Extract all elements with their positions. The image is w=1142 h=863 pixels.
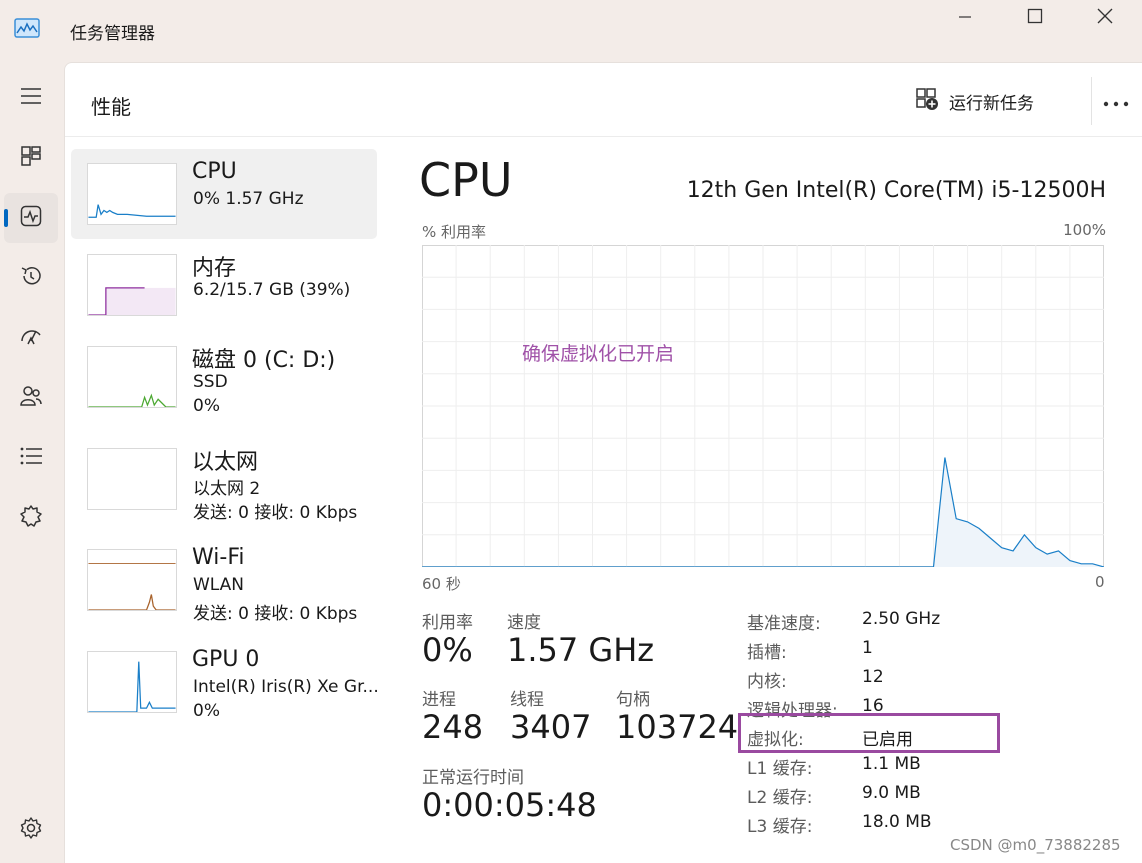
processes-value: 248 — [422, 708, 484, 746]
device-item[interactable]: Wi-Fi WLAN 发送: 0 接收: 0 Kbps — [71, 535, 377, 625]
uptime-label: 正常运行时间 — [422, 768, 524, 788]
device-item[interactable]: 磁盘 0 (C: D:) SSD 0% — [71, 332, 377, 422]
spec-value: 12 — [862, 667, 884, 687]
chart-x-min: 0 — [1095, 573, 1105, 591]
chart-y-label: % 利用率 — [422, 223, 487, 241]
device-name: Wi-Fi — [192, 545, 245, 570]
spec-label: 内核: — [747, 672, 787, 692]
device-thumbnail-graph — [87, 163, 177, 225]
details-icon — [19, 446, 43, 470]
nav-services[interactable] — [4, 493, 58, 543]
device-item[interactable]: 内存 6.2/15.7 GB (39%) — [71, 240, 377, 330]
device-name: GPU 0 — [192, 647, 260, 672]
device-subtitle: 0% 1.57 GHz — [193, 189, 304, 209]
virtualization-highlight-box — [738, 713, 1000, 753]
nav-app-history[interactable] — [4, 253, 58, 303]
device-detail: 0% — [193, 396, 220, 416]
device-thumbnail-graph — [87, 346, 177, 408]
device-detail: 0% — [193, 701, 220, 721]
device-item[interactable]: 以太网以太网 2 发送: 0 接收: 0 Kbps — [71, 434, 377, 524]
run-task-label: 运行新任务 — [949, 93, 1034, 114]
detail-title: CPU — [419, 153, 513, 207]
processes-icon — [20, 145, 42, 171]
spec-label: L1 缓存: — [747, 759, 813, 779]
spec-value: 9.0 MB — [862, 783, 921, 803]
spec-value: 1 — [862, 638, 873, 658]
more-options-button[interactable] — [1091, 85, 1141, 117]
device-detail: 发送: 0 接收: 0 Kbps — [193, 604, 358, 624]
spec-label: L3 缓存: — [747, 817, 813, 837]
title-bar: 任务管理器 — [0, 0, 1142, 62]
hamburger-icon — [20, 87, 42, 109]
maximize-icon — [1027, 8, 1043, 28]
device-name: 磁盘 0 (C: D:) — [192, 348, 336, 373]
watermark: CSDN @m0_73882285 — [950, 836, 1121, 854]
handles-label: 句柄 — [616, 690, 650, 710]
nav-performance[interactable] — [4, 193, 58, 243]
run-new-task-button[interactable]: 运行新任务 — [915, 87, 1034, 115]
run-task-icon — [915, 87, 939, 116]
app-history-icon — [19, 264, 43, 292]
spec-value: 1.1 MB — [862, 754, 921, 774]
performance-icon — [20, 205, 42, 231]
utilization-value: 0% — [422, 631, 473, 669]
nav-details[interactable] — [4, 433, 58, 483]
device-name: 内存 — [192, 256, 237, 281]
minimize-button[interactable] — [930, 0, 1000, 36]
more-icon — [1103, 92, 1129, 111]
content-panel: 性能 运行新任务 CPU 0% 1.57 GHz 内存 6.2/15.7 GB (39… — [64, 62, 1142, 863]
speed-label: 速度 — [507, 613, 541, 633]
speed-value: 1.57 GHz — [507, 631, 655, 669]
startup-icon — [19, 325, 43, 351]
spec-label: L2 缓存: — [747, 788, 813, 808]
spec-label: 基准速度: — [747, 614, 821, 634]
nav-rail — [0, 62, 64, 863]
cpu-model: 12th Gen Intel(R) Core(TM) i5-12500H — [686, 178, 1106, 203]
handles-value: 103724 — [616, 708, 739, 746]
nav-startup[interactable] — [4, 313, 58, 363]
nav-processes[interactable] — [4, 133, 58, 183]
device-subtitle: Intel(R) Iris(R) Xe Gr... — [193, 677, 379, 697]
spec-value: 18.0 MB — [862, 812, 932, 832]
device-thumbnail-graph — [87, 448, 177, 510]
processes-label: 进程 — [422, 690, 456, 710]
utilization-label: 利用率 — [422, 613, 473, 633]
device-subtitle: 以太网 2 — [193, 479, 261, 499]
maximize-button[interactable] — [1000, 0, 1070, 36]
device-name: CPU — [192, 159, 237, 184]
device-item[interactable]: GPU 0 Intel(R) Iris(R) Xe Gr... 0% — [71, 637, 379, 727]
settings-button[interactable] — [4, 808, 58, 852]
page-title: 性能 — [91, 95, 131, 119]
spec-value: 2.50 GHz — [862, 609, 941, 629]
annotation-text: 确保虚拟化已开启 — [522, 343, 675, 365]
chart-y-max: 100% — [1063, 221, 1106, 239]
spec-label: 插槽: — [747, 643, 787, 663]
services-icon — [19, 504, 43, 532]
close-button[interactable] — [1070, 0, 1140, 36]
task-manager-icon — [14, 18, 40, 38]
minimize-icon — [958, 9, 972, 28]
close-icon — [1097, 8, 1113, 28]
panel-header: 性能 运行新任务 — [65, 63, 1142, 137]
device-subtitle: SSD — [193, 372, 228, 392]
nav-menu-button[interactable] — [4, 73, 58, 123]
device-thumbnail-graph — [87, 549, 177, 611]
users-icon — [19, 384, 43, 412]
device-subtitle: 6.2/15.7 GB (39%) — [193, 280, 351, 300]
window-title: 任务管理器 — [70, 24, 155, 44]
settings-icon — [19, 816, 43, 844]
device-name: 以太网 — [192, 450, 259, 475]
device-item[interactable]: CPU 0% 1.57 GHz — [71, 149, 377, 239]
cpu-usage-chart — [422, 245, 1104, 567]
device-thumbnail-graph — [87, 254, 177, 316]
uptime-value: 0:00:05:48 — [422, 786, 597, 824]
threads-value: 3407 — [510, 708, 592, 746]
device-subtitle: WLAN — [193, 575, 245, 595]
chart-x-label: 60 秒 — [422, 575, 461, 593]
nav-users[interactable] — [4, 373, 58, 423]
device-detail: 发送: 0 接收: 0 Kbps — [193, 503, 358, 523]
device-thumbnail-graph — [87, 651, 177, 713]
threads-label: 线程 — [510, 690, 544, 710]
